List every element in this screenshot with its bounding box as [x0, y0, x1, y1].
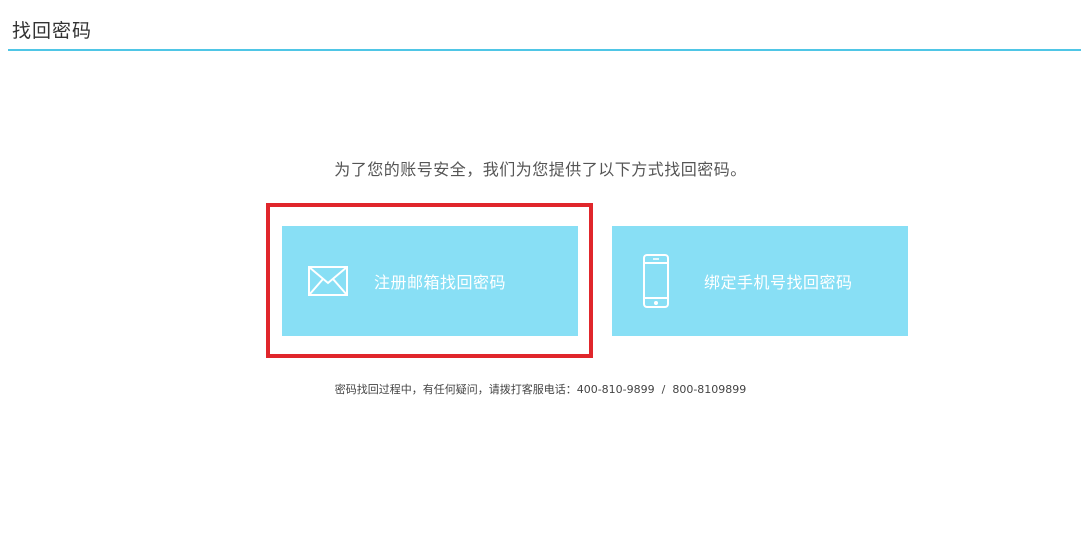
envelope-icon	[308, 265, 348, 297]
phone-recovery-button[interactable]: 绑定手机号找回密码	[612, 226, 908, 336]
mobile-phone-icon	[642, 253, 670, 309]
title-divider	[8, 49, 1081, 51]
email-recovery-button[interactable]: 注册邮箱找回密码	[282, 226, 578, 336]
intro-text: 为了您的账号安全，我们为您提供了以下方式找回密码。	[334, 160, 747, 179]
customer-service-hint: 密码找回过程中，有任何疑问，请拨打客服电话：400-810-9899 / 800…	[334, 383, 747, 396]
phone-recovery-label: 绑定手机号找回密码	[704, 273, 853, 292]
page-title: 找回密码	[12, 20, 93, 42]
email-recovery-label: 注册邮箱找回密码	[374, 273, 507, 292]
